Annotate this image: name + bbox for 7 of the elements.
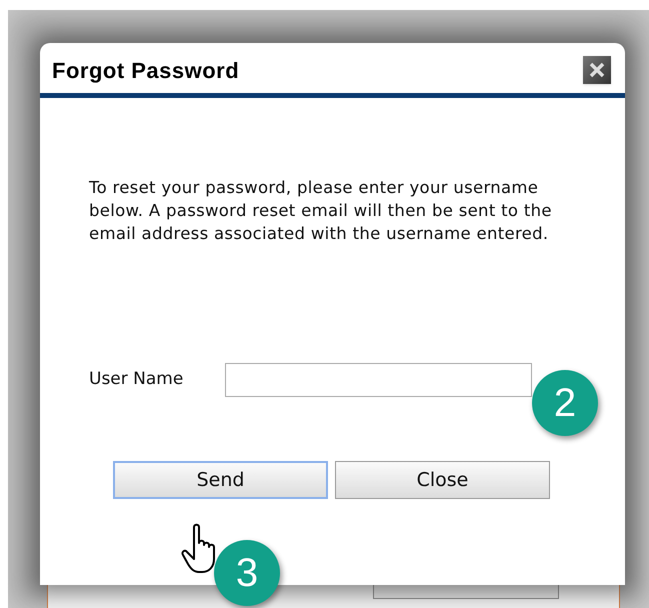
dialog-button[interactable]: Close <box>335 461 550 499</box>
instructions-text: To reset your password, please enter your username below. A password reset email will then be sent to the email address associated with the username entered. <box>89 177 553 245</box>
close-icon[interactable] <box>583 56 611 84</box>
username-field[interactable] <box>225 363 532 397</box>
dialog-button[interactable]: Send <box>113 461 328 499</box>
dialog-title: Forgot Password <box>52 56 240 85</box>
field-label: User Name <box>89 368 184 392</box>
